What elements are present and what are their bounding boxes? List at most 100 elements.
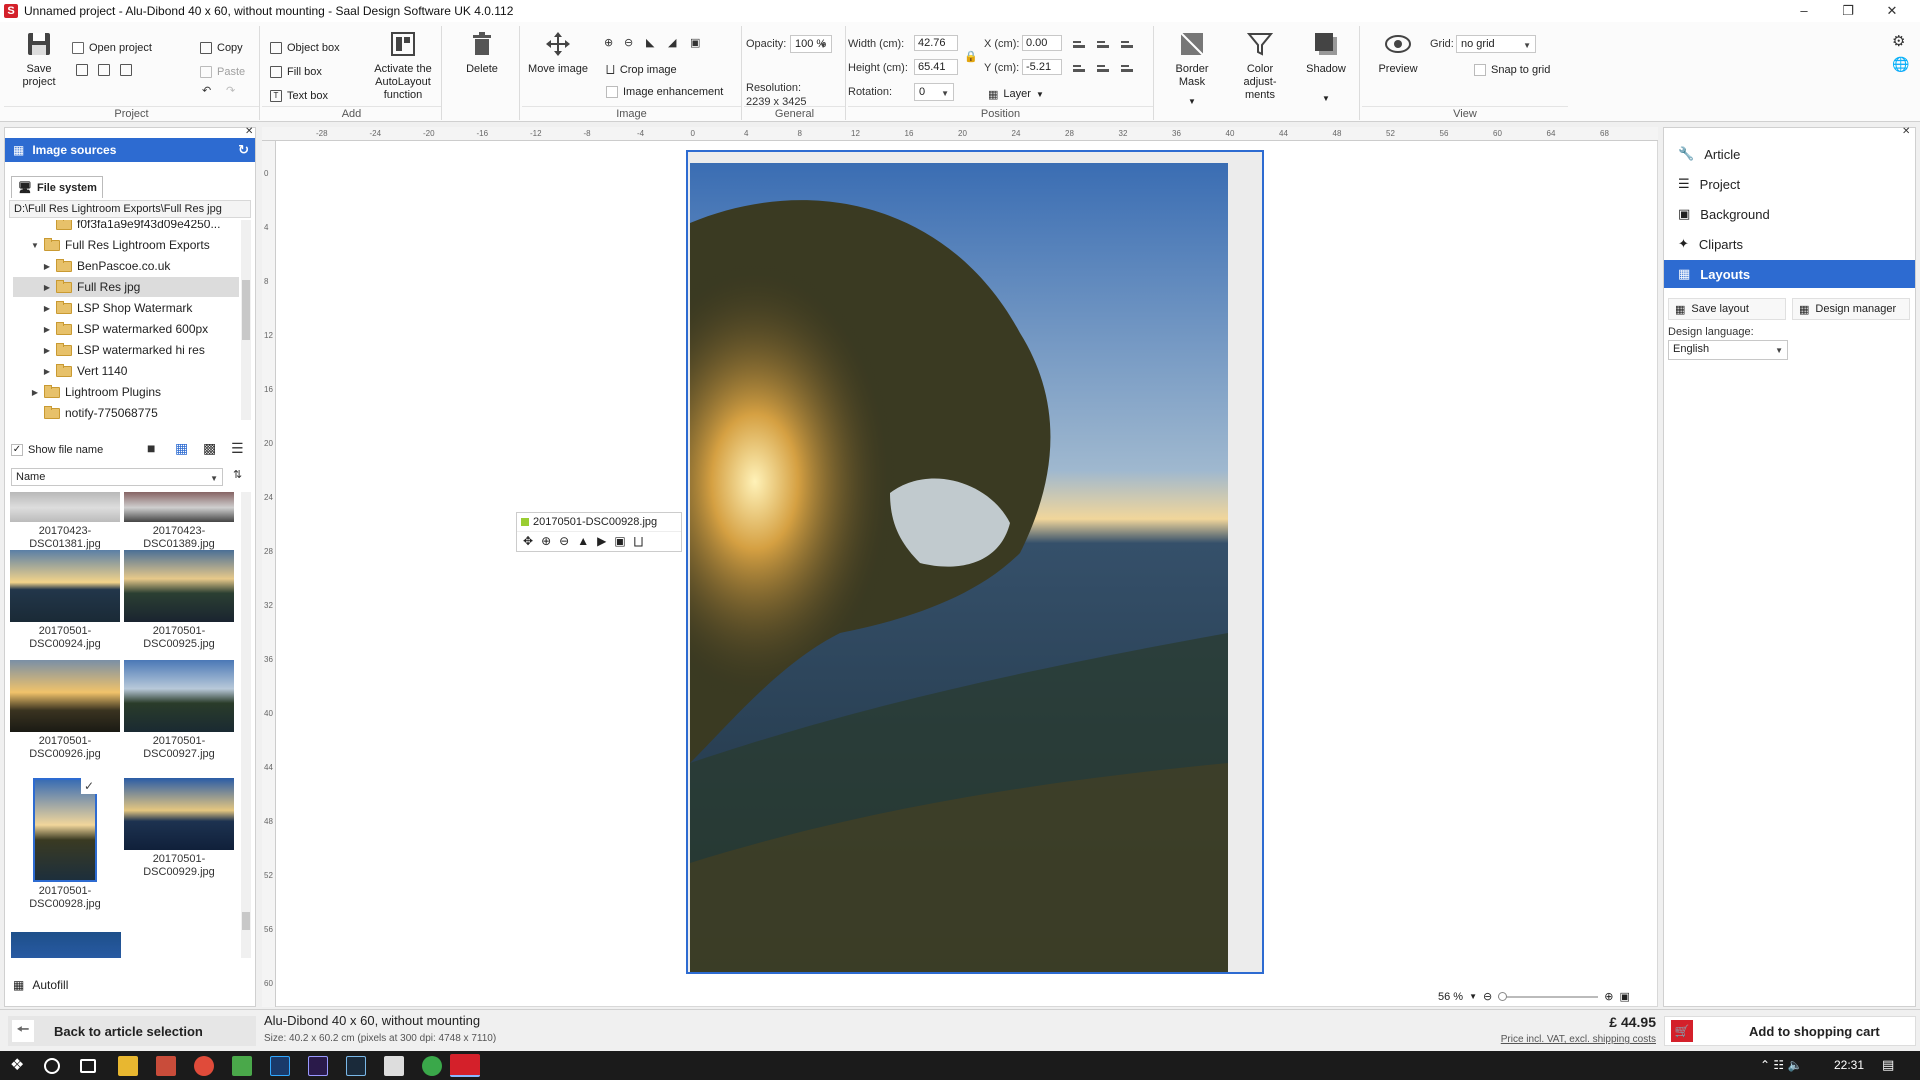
align-right-icon[interactable] <box>1120 38 1134 50</box>
tree-item[interactable]: ▶ Full Res jpg <box>13 277 239 297</box>
zoom-slider-handle[interactable] <box>1498 991 1508 1001</box>
new-project-icon[interactable] <box>76 64 88 76</box>
tree-item[interactable]: f0f3fa1a9e9f43d09e4250... <box>43 220 220 234</box>
import-project-icon[interactable] <box>120 64 132 76</box>
chevron-down-icon[interactable]: ▼ <box>1469 992 1477 1001</box>
view-medium-icon[interactable]: ▦ <box>175 440 188 457</box>
tree-item[interactable]: notify-775068775 <box>31 403 158 420</box>
search-icon[interactable] <box>44 1058 60 1074</box>
close-panel-icon[interactable]: ✕ <box>245 126 253 137</box>
delete-button[interactable]: Delete <box>456 30 508 76</box>
right-panel-item-cliparts[interactable]: ✦ Cliparts <box>1664 230 1915 258</box>
open-project-button[interactable]: Open project <box>72 40 152 56</box>
lightroom-icon[interactable] <box>346 1056 366 1076</box>
image-enhancement-checkbox[interactable]: Image enhancement <box>606 84 723 100</box>
thumbnail-item[interactable]: 20170501- DSC00929.jpg <box>123 778 235 879</box>
fit-icon[interactable]: ▣ <box>614 534 625 549</box>
preview-button[interactable]: Preview <box>1368 30 1428 76</box>
align-left-icon[interactable] <box>1072 38 1086 50</box>
paste-button[interactable]: Paste <box>200 64 245 80</box>
tree-caret-icon[interactable]: ▶ <box>43 346 51 355</box>
zoom-in-icon[interactable]: ⊕ <box>541 534 551 549</box>
notification-icon[interactable]: ▤ <box>1882 1057 1894 1073</box>
move-image-button[interactable]: Move image <box>524 30 592 76</box>
minimize-button[interactable]: – <box>1782 0 1826 22</box>
photoshop-icon[interactable] <box>270 1056 290 1076</box>
thumbnail-scrollbar[interactable] <box>241 492 251 958</box>
thumbnail-image[interactable] <box>11 932 121 958</box>
y-input[interactable]: -5.21 <box>1022 59 1062 75</box>
thumbnail-image[interactable] <box>10 550 120 622</box>
sort-order-icon[interactable]: ⇅ <box>233 468 242 481</box>
zoom-slider[interactable] <box>1498 991 1599 1001</box>
thumbnail-image[interactable] <box>10 492 120 522</box>
thumbnail-item[interactable]: ✓ 20170501- DSC00928.jpg <box>9 778 121 911</box>
thumbnail-scrollbar-thumb[interactable] <box>242 912 250 930</box>
zoom-out-icon[interactable]: ⊖ <box>559 534 569 549</box>
crop-icon[interactable]: ⨆ <box>634 534 644 549</box>
snap-to-grid-check[interactable] <box>1474 64 1486 76</box>
tree-caret-icon[interactable]: ▶ <box>43 325 51 334</box>
back-to-article-button[interactable]: 🠔 Back to article selection <box>8 1016 256 1046</box>
thumbnail-item[interactable]: 20170423- DSC01381.jpg <box>9 492 121 551</box>
globe-icon[interactable]: 🌐 <box>1892 56 1909 73</box>
flip-vertical-icon[interactable]: ▶ <box>597 534 606 549</box>
thumbnail-image[interactable] <box>124 660 234 732</box>
save-project-button[interactable]: Save project <box>14 30 64 89</box>
windows-start-icon[interactable]: ❖ <box>10 1056 30 1076</box>
color-adjustments-button[interactable]: Color adjust-ments <box>1230 30 1290 102</box>
autofill-button[interactable]: ▦ Autofill <box>13 978 68 992</box>
tree-item[interactable]: ▶ Vert 1140 <box>43 361 127 381</box>
save-layout-button[interactable]: ▦ Save layout <box>1668 298 1786 320</box>
thumbnail-item[interactable]: 20170501- DSC00927.jpg <box>123 660 235 761</box>
view-list-icon[interactable]: ☰ <box>231 440 244 457</box>
design-language-select[interactable]: English ▼ <box>1668 340 1788 360</box>
thumbnail-item[interactable]: 20170501- DSC00926.jpg <box>9 660 121 761</box>
thumbnail-item[interactable]: 20170501- DSC00925.jpg <box>123 550 235 651</box>
shadow-button[interactable]: Shadow ▼ <box>1296 30 1356 105</box>
flip-horizontal-icon[interactable]: ◣ <box>646 36 654 49</box>
thumbnail-item[interactable]: 20170501- DSC00924.jpg <box>9 550 121 651</box>
fit-to-window-icon[interactable]: ▣ <box>1619 990 1629 1003</box>
zoom-in-icon[interactable]: ⊕ <box>1604 990 1613 1003</box>
zoom-in-icon[interactable]: ⊕ <box>604 36 613 49</box>
zoom-out-icon[interactable]: ⊖ <box>624 36 633 49</box>
tree-item[interactable]: ▶ LSP watermarked hi res <box>43 340 205 360</box>
align-center-icon[interactable] <box>1096 38 1110 50</box>
thumbnail-image[interactable] <box>10 660 120 732</box>
tree-caret-icon[interactable]: ▶ <box>31 388 39 397</box>
fill-box-button[interactable]: Fill box <box>270 64 322 80</box>
tree-scrollbar[interactable] <box>241 220 251 420</box>
wave-photo[interactable] <box>690 163 1228 972</box>
tab-file-system[interactable]: 🖥 File system <box>11 176 103 198</box>
width-input[interactable]: 42.76 <box>914 35 958 51</box>
height-input[interactable]: 65.41 <box>914 59 958 75</box>
premiere-icon[interactable] <box>308 1056 328 1076</box>
fit-image-icon[interactable]: ▣ <box>690 36 700 49</box>
object-box-button[interactable]: Object box <box>270 40 340 56</box>
right-panel-item-layouts[interactable]: ▦ Layouts <box>1664 260 1915 288</box>
sort-select[interactable]: Name ▼ <box>11 468 223 486</box>
tree-item[interactable]: ▼ Full Res Lightroom Exports <box>31 235 210 255</box>
zoom-level[interactable]: 56 % <box>1438 991 1463 1003</box>
copy-button[interactable]: Copy <box>200 40 243 56</box>
image-enhancement-check[interactable] <box>606 86 618 98</box>
tray-icons[interactable]: ⌃ ☷ 🔈 <box>1760 1058 1802 1072</box>
crop-image-button[interactable]: ⨆ Crop image <box>606 62 677 78</box>
thumbnail-image[interactable] <box>124 492 234 522</box>
thumbnail-image[interactable]: ✓ <box>33 778 97 882</box>
thumbnail-image[interactable] <box>124 550 234 622</box>
tree-caret-icon[interactable]: ▶ <box>43 367 51 376</box>
grid-select[interactable]: no grid ▼ <box>1456 35 1536 53</box>
view-large-icon[interactable]: ■ <box>147 440 155 456</box>
opacity-select[interactable]: 100 % ▼ <box>790 35 832 53</box>
tree-scrollbar-thumb[interactable] <box>242 280 250 340</box>
snap-to-grid-checkbox[interactable]: Snap to grid <box>1474 62 1550 78</box>
restore-button[interactable]: ❐ <box>1826 0 1870 22</box>
redo-icon[interactable]: ↷ <box>226 84 235 97</box>
show-file-name-checkbox[interactable]: ✓ Show file name <box>11 444 103 456</box>
refresh-icon[interactable]: ↻ <box>238 142 249 158</box>
tree-caret-icon[interactable]: ▶ <box>43 262 51 271</box>
view-small-icon[interactable]: ▩ <box>203 440 216 457</box>
design-manager-button[interactable]: ▦ Design manager <box>1792 298 1910 320</box>
